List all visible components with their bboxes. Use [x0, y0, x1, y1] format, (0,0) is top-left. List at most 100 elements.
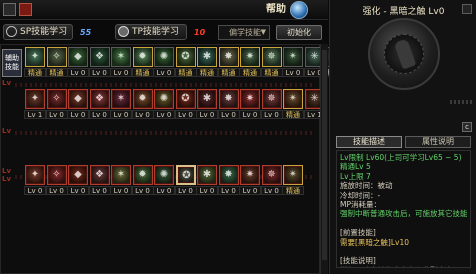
sidebar-assist-skill[interactable]: 辅助技能: [2, 49, 22, 77]
skill-icon[interactable]: ✱: [197, 47, 217, 67]
skill-slot[interactable]: ✺ Lv 0: [153, 165, 175, 195]
skill-slot[interactable]: ✶ Lv 0: [110, 89, 132, 119]
description-line: 强制中断普通攻击后，可施放其它技能: [340, 209, 467, 219]
skill-slot[interactable]: ✷ Lv 0: [239, 165, 261, 195]
initialize-button[interactable]: 初始化: [276, 25, 322, 40]
skill-icon[interactable]: ✹: [132, 165, 153, 185]
skill-slot[interactable]: ✸ 精通: [217, 47, 240, 77]
skill-icon[interactable]: ✧: [46, 47, 67, 67]
skill-icon[interactable]: ❖: [89, 47, 110, 67]
skill-icon[interactable]: ✵: [261, 47, 282, 67]
skill-slot[interactable]: ✷ Lv 0: [239, 89, 261, 119]
description-line: 需要[黑暗之触]Lv10: [340, 237, 410, 247]
tab-tp-skill[interactable]: TP技能学习: [115, 24, 187, 40]
skill-slot[interactable]: ✧ Lv 0: [45, 89, 68, 119]
skill-slot[interactable]: ◆ Lv 0: [67, 89, 89, 119]
help-orb-icon[interactable]: [290, 1, 308, 19]
skill-icon[interactable]: ✦: [25, 89, 45, 109]
skill-filter-dropdown[interactable]: 偏学技能 ▼: [218, 25, 270, 40]
sp-points: 55: [80, 28, 92, 37]
skill-icon[interactable]: ✸: [218, 47, 239, 67]
skill-slot[interactable]: ✱ Lv 0: [196, 165, 218, 195]
skill-slot[interactable]: ✪ Lv 0: [174, 165, 197, 195]
skill-slot[interactable]: ✱ 精通: [196, 47, 218, 77]
skill-icon[interactable]: ✺: [154, 165, 174, 185]
skill-slot[interactable]: ◆ Lv 0: [67, 165, 89, 195]
skill-slot[interactable]: ✶ Lv 0: [110, 47, 132, 77]
skill-icon[interactable]: ✹: [132, 47, 153, 67]
skill-icon[interactable]: ✧: [46, 89, 67, 109]
skill-icon[interactable]: ✺: [154, 47, 174, 67]
skill-slot[interactable]: ✦ 精通: [24, 47, 46, 77]
skill-slot[interactable]: ✹ Lv 0: [131, 89, 154, 119]
skill-icon[interactable]: ◆: [68, 165, 88, 185]
skill-slot[interactable]: ✺ Lv 0: [153, 89, 175, 119]
skill-icon[interactable]: ✷: [240, 47, 260, 67]
skill-slot[interactable]: ✷ 精通: [239, 47, 261, 77]
skill-slot[interactable]: ✹ 精通: [131, 47, 154, 77]
skill-icon[interactable]: ✱: [197, 89, 217, 109]
skill-slot[interactable]: ✦ Lv 0: [24, 165, 46, 195]
skill-slot[interactable]: ✴ 精通: [282, 165, 304, 195]
skill-icon[interactable]: ✶: [111, 165, 131, 185]
skill-slot[interactable]: ✴ 精通: [282, 89, 304, 119]
skill-slot[interactable]: ◆ Lv 0: [67, 47, 89, 77]
skill-icon[interactable]: ✦: [25, 47, 45, 67]
skill-icon[interactable]: ✴: [283, 89, 303, 109]
skill-glyph-icon: ✸: [224, 51, 233, 62]
skill-icon[interactable]: ◆: [68, 47, 88, 67]
skill-slot[interactable]: ✵ Lv 0: [260, 89, 283, 119]
skill-slot[interactable]: ✶ Lv 0: [110, 165, 132, 195]
skill-icon[interactable]: ❖: [89, 89, 110, 109]
skill-icon[interactable]: ✹: [132, 89, 153, 109]
skill-icon[interactable]: ✺: [154, 89, 174, 109]
skill-slot[interactable]: ✹ Lv 0: [131, 165, 154, 195]
skill-slot[interactable]: ✸ Lv 0: [217, 165, 240, 195]
detail-expand-icon[interactable]: c: [462, 122, 472, 132]
skill-icon[interactable]: ✸: [218, 165, 239, 185]
skill-slot[interactable]: ✪ 精通: [174, 47, 197, 77]
window-minimize-button[interactable]: [3, 3, 16, 16]
skill-icon[interactable]: ✵: [261, 89, 282, 109]
skill-icon[interactable]: ✶: [111, 89, 131, 109]
skill-slot[interactable]: ✦ Lv 1: [24, 89, 46, 119]
skill-slot[interactable]: ❖ Lv 0: [88, 89, 111, 119]
help-label[interactable]: 帮助: [262, 2, 290, 18]
window-close-button[interactable]: [19, 3, 32, 16]
skill-icon[interactable]: ✱: [197, 165, 217, 185]
skill-icon[interactable]: ❖: [89, 165, 110, 185]
skill-slot[interactable]: ✪ Lv 0: [174, 89, 197, 119]
skill-icon[interactable]: ✧: [46, 165, 67, 185]
row-level-marker: Lv: [2, 167, 12, 175]
skill-slot[interactable]: ❖ Lv 0: [88, 47, 111, 77]
skill-slot[interactable]: ✴ Lv 0: [282, 47, 304, 77]
skill-icon[interactable]: ◆: [68, 89, 88, 109]
skill-slot[interactable]: ✧ Lv 0: [45, 165, 68, 195]
skill-icon[interactable]: ✵: [261, 165, 282, 185]
skill-icon[interactable]: ✦: [25, 165, 45, 185]
skill-icon[interactable]: ✪: [175, 165, 196, 185]
skill-slot[interactable]: ✱ Lv 0: [196, 89, 218, 119]
skill-slot[interactable]: ✵ 精通: [260, 47, 283, 77]
skill-slot[interactable]: ✸ Lv 0: [217, 89, 240, 119]
detail-close-icon[interactable]: [462, 4, 472, 14]
tab-attribute-description[interactable]: 属性说明: [405, 136, 471, 148]
skill-icon[interactable]: ✴: [283, 165, 303, 185]
description-line: [前置技能]: [340, 228, 376, 238]
skill-icon[interactable]: ✷: [240, 89, 260, 109]
skill-glyph-icon: ✵: [267, 169, 276, 180]
skill-icon[interactable]: ✶: [111, 47, 131, 67]
skill-icon[interactable]: ✪: [175, 47, 196, 67]
tab-sp-skill[interactable]: SP技能学习: [3, 24, 73, 40]
skill-icon[interactable]: ✷: [240, 165, 260, 185]
skill-icon[interactable]: ✸: [218, 89, 239, 109]
skill-slot[interactable]: ❖ Lv 0: [88, 165, 111, 195]
skill-slot[interactable]: ✧ 精通: [45, 47, 68, 77]
skill-scrollbar[interactable]: [320, 44, 328, 274]
scrollbar-thumb[interactable]: [322, 50, 327, 260]
skill-icon[interactable]: ✴: [283, 47, 303, 67]
tab-skill-description[interactable]: 技能描述: [336, 136, 402, 148]
skill-slot[interactable]: ✵ Lv 0: [260, 165, 283, 195]
skill-slot[interactable]: ✺ Lv 0: [153, 47, 175, 77]
skill-icon[interactable]: ✪: [175, 89, 196, 109]
